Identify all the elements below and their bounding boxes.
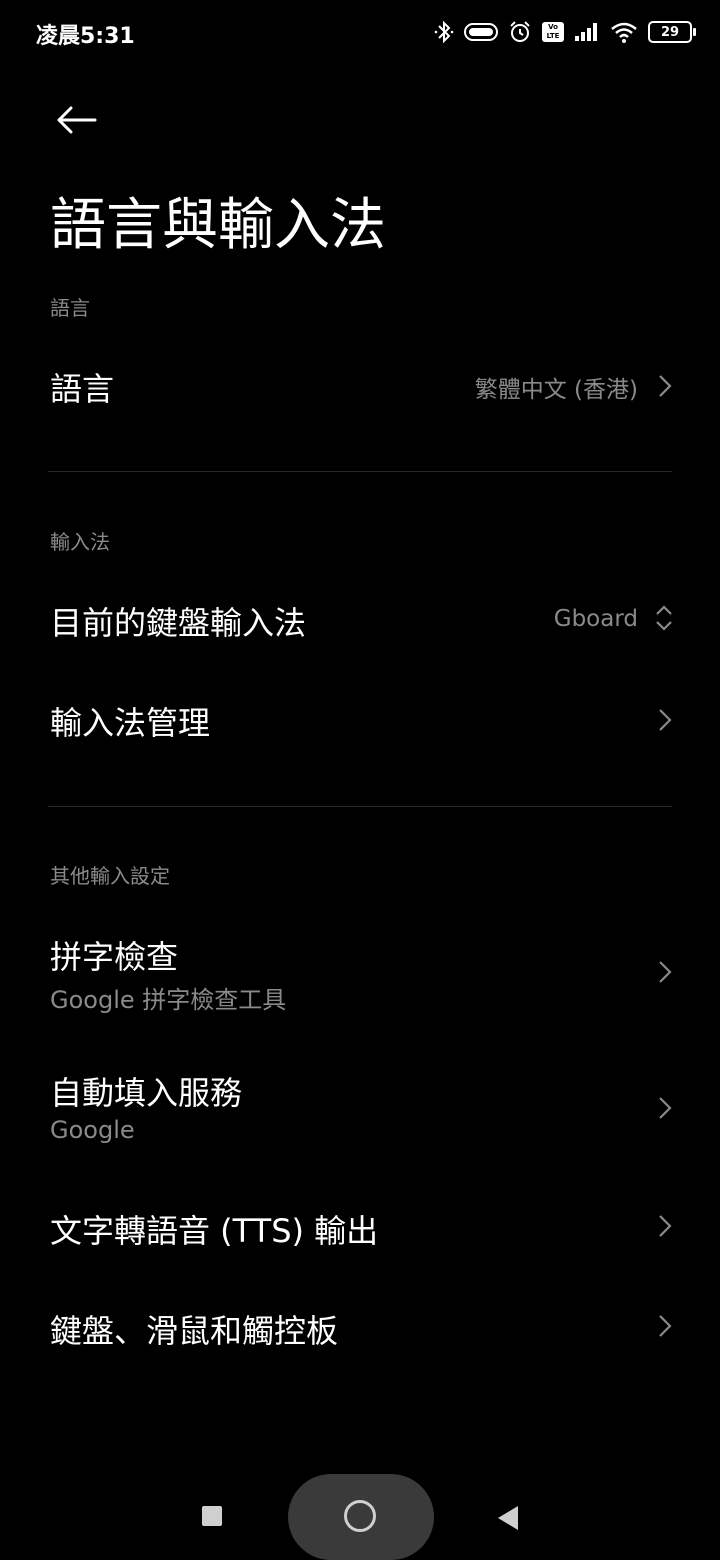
chevron-right-icon: [659, 1097, 672, 1119]
current-keyboard-label: 目前的鍵盤輸入法: [50, 604, 307, 642]
bluetooth-icon: [434, 20, 454, 44]
tts-output-row[interactable]: 文字轉語音 (TTS) 輸出: [0, 1188, 720, 1268]
tts-output-label: 文字轉語音 (TTS) 輸出: [50, 1212, 379, 1250]
keyboard-mouse-trackpad-label: 鍵盤、滑鼠和觸控板: [50, 1312, 339, 1350]
home-button[interactable]: [288, 1474, 434, 1560]
status-bar: 凌晨5:31 Vo LTE 29: [0, 0, 720, 64]
page-title: 語言與輸入法: [50, 193, 386, 258]
status-time: 凌晨5:31: [36, 24, 135, 49]
spell-check-row[interactable]: 拼字檢查 Google 拼字檢查工具: [0, 916, 720, 1026]
section-header-other: 其他輸入設定: [50, 864, 170, 888]
divider: [48, 471, 672, 472]
back-button[interactable]: [52, 96, 100, 144]
input-method-management-row[interactable]: 輸入法管理: [0, 680, 720, 760]
battery-level: 29: [660, 24, 680, 40]
section-header-input: 輸入法: [50, 530, 110, 554]
chevron-up-down-icon: [656, 605, 672, 631]
autofill-service-subtitle: Google: [50, 1116, 135, 1144]
autofill-service-label: 自動填入服務: [50, 1074, 243, 1112]
language-label: 語言: [50, 370, 115, 408]
chevron-right-icon: [659, 961, 672, 983]
divider: [48, 806, 672, 807]
autofill-service-row[interactable]: 自動填入服務 Google: [0, 1052, 720, 1162]
home-circle-icon: [344, 1500, 376, 1532]
keyboard-mouse-trackpad-row[interactable]: 鍵盤、滑鼠和觸控板: [0, 1288, 720, 1368]
spell-check-label: 拼字檢查: [50, 938, 179, 976]
current-keyboard-value: Gboard: [553, 606, 638, 632]
recents-square-icon[interactable]: [202, 1506, 222, 1526]
section-header-language: 語言: [50, 296, 90, 320]
language-row[interactable]: 語言 繁體中文 (香港): [0, 346, 720, 426]
wifi-icon: [611, 22, 637, 43]
input-method-management-label: 輸入法管理: [50, 704, 211, 742]
current-keyboard-row[interactable]: 目前的鍵盤輸入法 Gboard: [0, 580, 720, 660]
chevron-right-icon: [659, 1315, 672, 1337]
navigation-bar: [0, 1470, 720, 1560]
battery-icon: 29: [648, 21, 696, 43]
signal-icon: [575, 23, 597, 41]
language-value: 繁體中文 (香港): [474, 377, 638, 403]
toggle-icon: [464, 23, 498, 41]
status-icons: Vo LTE 29: [434, 16, 696, 48]
chevron-right-icon: [659, 375, 672, 397]
chevron-right-icon: [659, 709, 672, 731]
back-triangle-icon[interactable]: [496, 1504, 520, 1532]
back-arrow-icon: [57, 106, 97, 134]
alarm-icon: [510, 21, 530, 42]
chevron-right-icon: [659, 1215, 672, 1237]
volte-icon: Vo LTE: [542, 22, 564, 42]
spell-check-subtitle: Google 拼字檢查工具: [50, 986, 287, 1014]
